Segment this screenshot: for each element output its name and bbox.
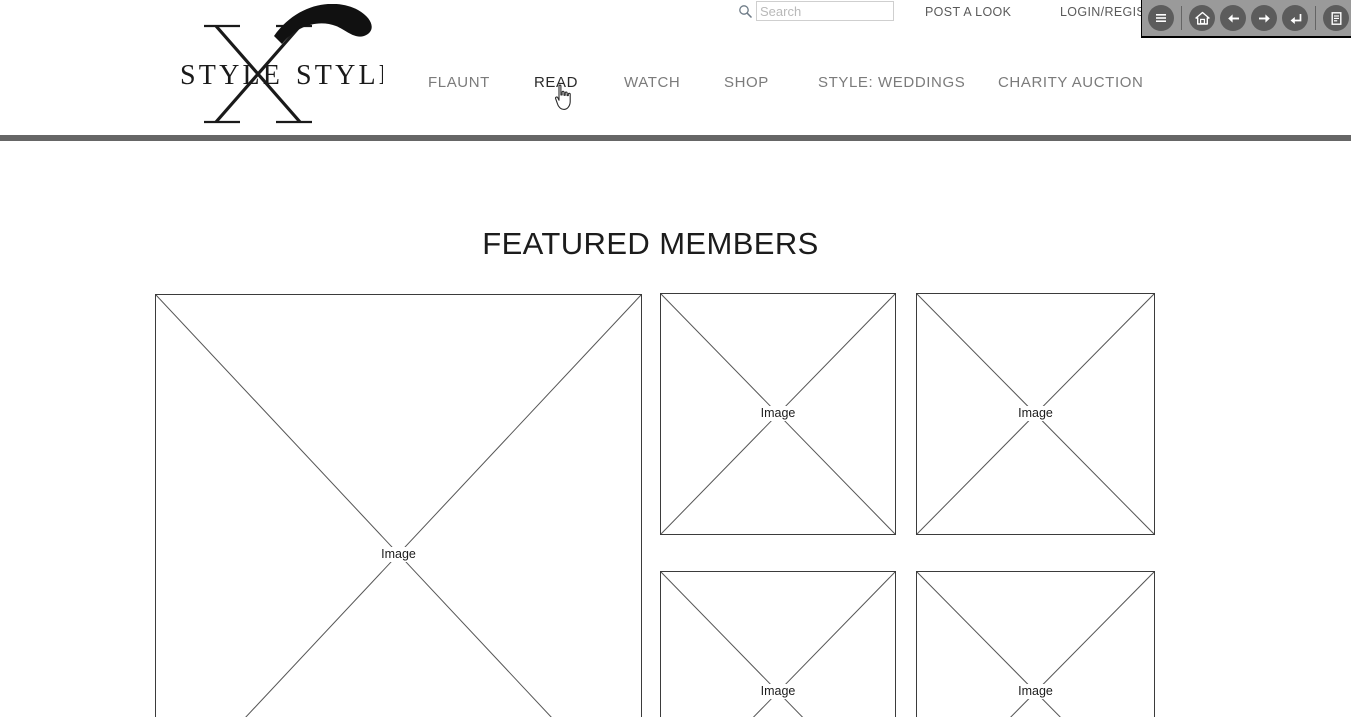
nav-item-style-weddings[interactable]: STYLE: WEDDINGS	[818, 74, 965, 91]
browser-toolbar	[1141, 0, 1351, 38]
placeholder-label: Image	[917, 406, 1154, 421]
placeholder-label: Image	[661, 406, 895, 421]
nav-item-shop[interactable]: SHOP	[724, 74, 769, 91]
home-icon[interactable]	[1189, 5, 1215, 31]
featured-member-1[interactable]: Image	[660, 293, 896, 535]
featured-member-2[interactable]: Image	[916, 293, 1155, 535]
toolbar-separator-1	[1181, 6, 1182, 30]
document-icon[interactable]	[1323, 5, 1349, 31]
nav-item-watch[interactable]: WATCH	[624, 74, 680, 91]
main-content: FEATURED MEMBERS Image Image Image Image…	[0, 141, 1351, 717]
return-arrow-icon[interactable]	[1282, 5, 1308, 31]
toolbar-separator-2	[1315, 6, 1316, 30]
back-arrow-icon[interactable]	[1220, 5, 1246, 31]
menu-icon[interactable]	[1148, 5, 1174, 31]
featured-member-3[interactable]: Image	[660, 571, 896, 717]
nav-item-charity-auction[interactable]: CHARITY AUCTION	[998, 74, 1143, 91]
placeholder-label: Image	[661, 684, 895, 699]
main-navigation: FLAUNT READ WATCH SHOP STYLE: WEDDINGS C…	[0, 74, 1351, 100]
placeholder-label: Image	[156, 547, 641, 562]
placeholder-label: Image	[917, 684, 1154, 699]
page-title: FEATURED MEMBERS	[482, 225, 819, 261]
forward-arrow-icon[interactable]	[1251, 5, 1277, 31]
nav-item-flaunt[interactable]: FLAUNT	[428, 74, 490, 91]
page-root: STYLE STYLE POST A LOOK LOGIN/REGISTER F…	[0, 0, 1351, 717]
featured-member-large[interactable]: Image	[155, 294, 642, 717]
post-a-look-link[interactable]: POST A LOOK	[925, 5, 1011, 19]
featured-member-4[interactable]: Image	[916, 571, 1155, 717]
search-icon	[738, 4, 753, 19]
search-input[interactable]	[756, 1, 894, 21]
nav-item-read[interactable]: READ	[534, 74, 578, 91]
search-box[interactable]	[738, 1, 896, 21]
